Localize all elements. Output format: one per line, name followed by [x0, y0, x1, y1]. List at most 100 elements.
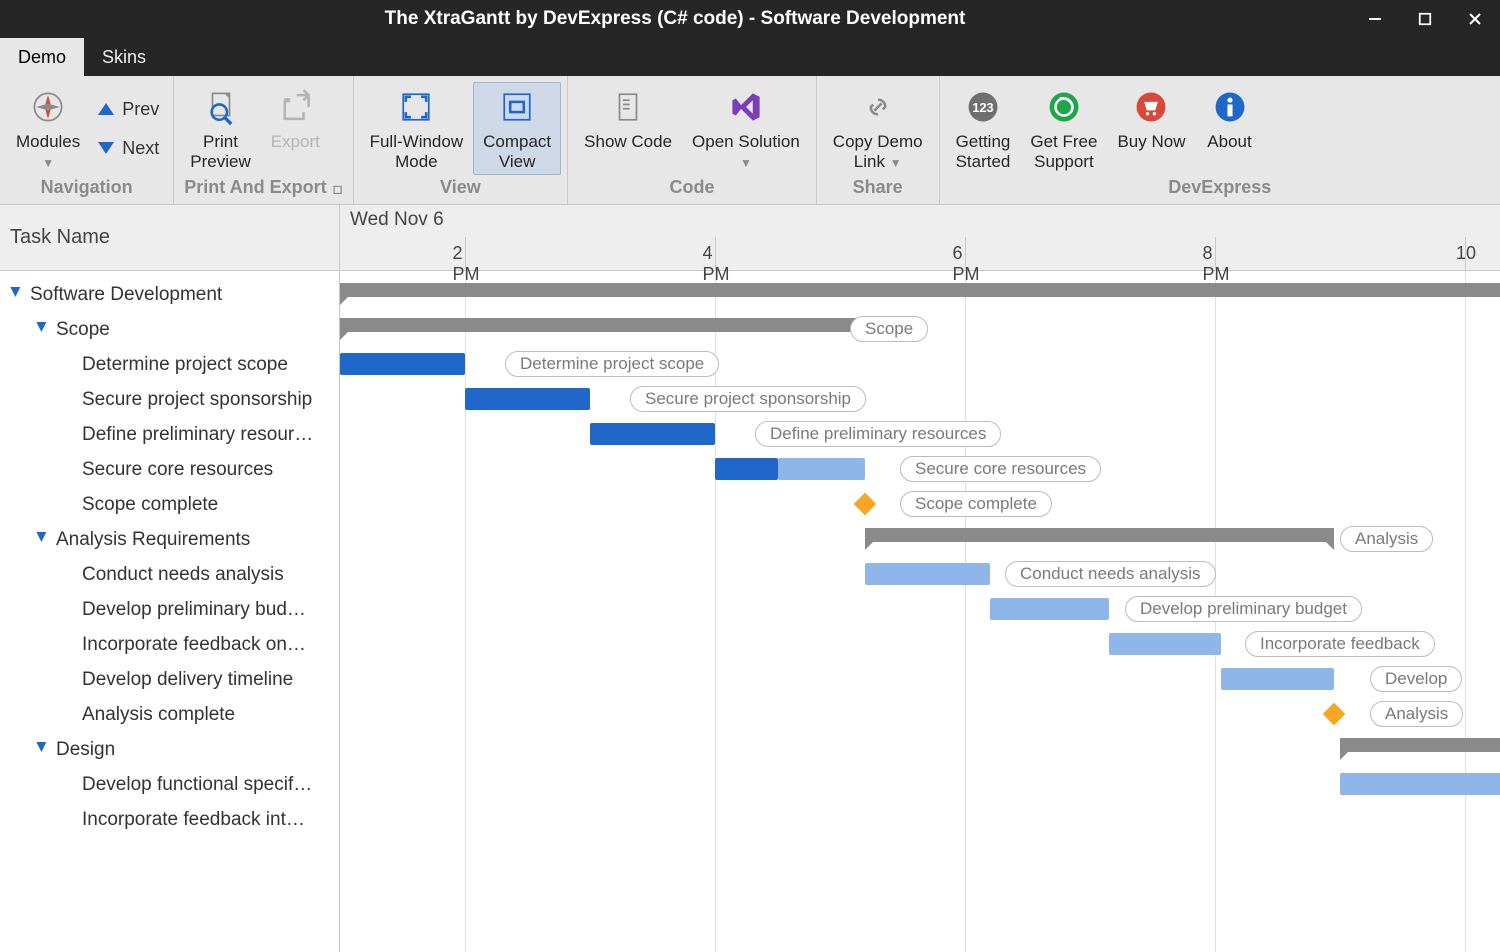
task-label-pill: Determine project scope — [505, 351, 719, 377]
compass-icon — [31, 86, 65, 130]
show-code-button[interactable]: Show Code — [574, 82, 682, 175]
cart-icon — [1134, 86, 1168, 130]
tree-row-label: Scope — [56, 319, 110, 341]
tree-row[interactable]: Secure project sponsorship — [0, 382, 339, 417]
close-button[interactable] — [1450, 0, 1500, 38]
full-window-button[interactable]: Full-Window Mode — [360, 82, 474, 175]
gantt-row: Define preliminary resources — [340, 417, 1500, 452]
gantt-row: Conduct needs analysis — [340, 557, 1500, 592]
fullscreen-icon — [399, 86, 433, 130]
task-bar[interactable] — [1109, 633, 1222, 655]
task-label-pill: Secure core resources — [900, 456, 1101, 482]
summary-bar[interactable] — [865, 528, 1334, 542]
group-label-share: Share — [823, 175, 933, 202]
task-label-pill: Scope — [850, 316, 928, 342]
prev-button[interactable]: Prev — [98, 99, 159, 120]
support-icon — [1047, 86, 1081, 130]
task-bar[interactable] — [1221, 668, 1334, 690]
summary-bar[interactable] — [1340, 738, 1500, 752]
gantt-row — [340, 277, 1500, 312]
gantt-row: Analysis — [340, 522, 1500, 557]
titlebar: The XtraGantt by DevExpress (C# code) - … — [0, 0, 1500, 38]
expand-icon[interactable]: ▶ — [34, 742, 50, 758]
tab-skins[interactable]: Skins — [84, 38, 164, 76]
minimize-button[interactable] — [1350, 0, 1400, 38]
gantt-row: Secure project sponsorship — [340, 382, 1500, 417]
tree-row[interactable]: Develop delivery timeline — [0, 662, 339, 697]
buy-now-button[interactable]: Buy Now — [1107, 82, 1195, 175]
tree-row[interactable]: Secure core resources — [0, 452, 339, 487]
modules-label: Modules — [16, 132, 80, 151]
tree-row[interactable]: ▶Software Development — [0, 277, 339, 312]
tree-row[interactable]: ▶ Analysis Requirements — [0, 522, 339, 557]
tree-row-label: Analysis Requirements — [56, 529, 250, 551]
export-button[interactable]: Export — [261, 82, 330, 175]
tree-row[interactable]: ▶ Scope — [0, 312, 339, 347]
task-bar[interactable] — [465, 388, 590, 410]
tree-row-label: Incorporate feedback int… — [82, 809, 305, 831]
tree-row-label: Develop delivery timeline — [82, 669, 293, 691]
getting-started-button[interactable]: 123 Getting Started — [946, 82, 1021, 175]
timeline-date: Wed Nov 6 — [350, 209, 444, 231]
chevron-down-icon: ▼ — [42, 156, 54, 170]
tree-row[interactable]: Incorporate feedback on… — [0, 627, 339, 662]
tree-row-label: Secure project sponsorship — [82, 389, 312, 411]
tree-header: Task Name — [0, 205, 339, 271]
gantt-row: Develop preliminary budget — [340, 592, 1500, 627]
task-bar[interactable] — [715, 458, 778, 480]
task-bar[interactable] — [990, 598, 1109, 620]
milestone-icon[interactable] — [1322, 703, 1345, 726]
task-bar[interactable] — [865, 563, 990, 585]
next-button[interactable]: Next — [98, 138, 159, 159]
maximize-button[interactable] — [1400, 0, 1450, 38]
task-label-pill: Develop — [1370, 666, 1462, 692]
task-bar[interactable] — [590, 423, 715, 445]
tree-row-label: Develop functional specif… — [82, 774, 312, 796]
task-bar[interactable] — [340, 353, 465, 375]
group-label-navigation: Navigation — [6, 175, 167, 202]
gantt-row — [340, 767, 1500, 802]
tree-row-label: Scope complete — [82, 494, 218, 516]
ribbon-group-navigation: Modules ▼ Prev Next Navigation — [0, 76, 174, 204]
dialog-launcher-icon[interactable]: ◻ — [333, 182, 343, 196]
copy-demo-link-button[interactable]: Copy Demo Link ▼ — [823, 82, 933, 175]
gantt-row: Scope — [340, 312, 1500, 347]
summary-bar[interactable] — [340, 283, 1500, 297]
svg-text:123: 123 — [972, 100, 993, 115]
gantt-chart[interactable]: Wed Nov 6 2 PM4 PM6 PM8 PM10 ScopeDeterm… — [340, 205, 1500, 952]
task-bar[interactable] — [1340, 773, 1500, 795]
visual-studio-icon — [729, 86, 763, 130]
tree-row[interactable]: Incorporate feedback int… — [0, 802, 339, 837]
tree-row[interactable]: ▶Design — [0, 732, 339, 767]
expand-icon[interactable]: ▶ — [34, 322, 50, 338]
tree-row[interactable]: Define preliminary resour… — [0, 417, 339, 452]
tree-row[interactable]: Determine project scope — [0, 347, 339, 382]
ribbon-group-devexpress: 123 Getting Started Get Free Support Buy… — [940, 76, 1500, 204]
summary-bar[interactable] — [340, 318, 865, 332]
tab-demo[interactable]: Demo — [0, 38, 84, 76]
expand-icon[interactable]: ▶ — [8, 287, 24, 303]
task-tree: Task Name ▶Software Development▶ScopeDet… — [0, 205, 340, 952]
print-preview-button[interactable]: Print Preview — [180, 82, 260, 175]
ribbon: Modules ▼ Prev Next Navigation Print Prev… — [0, 76, 1500, 205]
compact-view-button[interactable]: Compact View — [473, 82, 561, 175]
group-label-devexpress: DevExpress — [946, 175, 1494, 202]
get-support-button[interactable]: Get Free Support — [1020, 82, 1107, 175]
tree-row[interactable]: Scope complete — [0, 487, 339, 522]
task-label-pill: Incorporate feedback — [1245, 631, 1435, 657]
tree-row[interactable]: Develop preliminary bud… — [0, 592, 339, 627]
document-icon — [611, 86, 645, 130]
milestone-icon[interactable] — [854, 493, 877, 516]
tree-row[interactable]: Develop functional specif… — [0, 767, 339, 802]
task-bar[interactable] — [778, 458, 866, 480]
ribbon-group-view: Full-Window Mode Compact View View — [354, 76, 569, 204]
open-solution-button[interactable]: Open Solution▼ — [682, 82, 810, 175]
modules-button[interactable]: Modules ▼ — [6, 82, 90, 175]
tree-row-label: Conduct needs analysis — [82, 564, 284, 586]
tree-row[interactable]: Conduct needs analysis — [0, 557, 339, 592]
expand-icon[interactable]: ▶ — [34, 532, 50, 548]
ribbon-group-share: Copy Demo Link ▼ Share — [817, 76, 940, 204]
about-button[interactable]: About — [1196, 82, 1264, 175]
getting-started-icon: 123 — [966, 86, 1000, 130]
tree-row[interactable]: Analysis complete — [0, 697, 339, 732]
